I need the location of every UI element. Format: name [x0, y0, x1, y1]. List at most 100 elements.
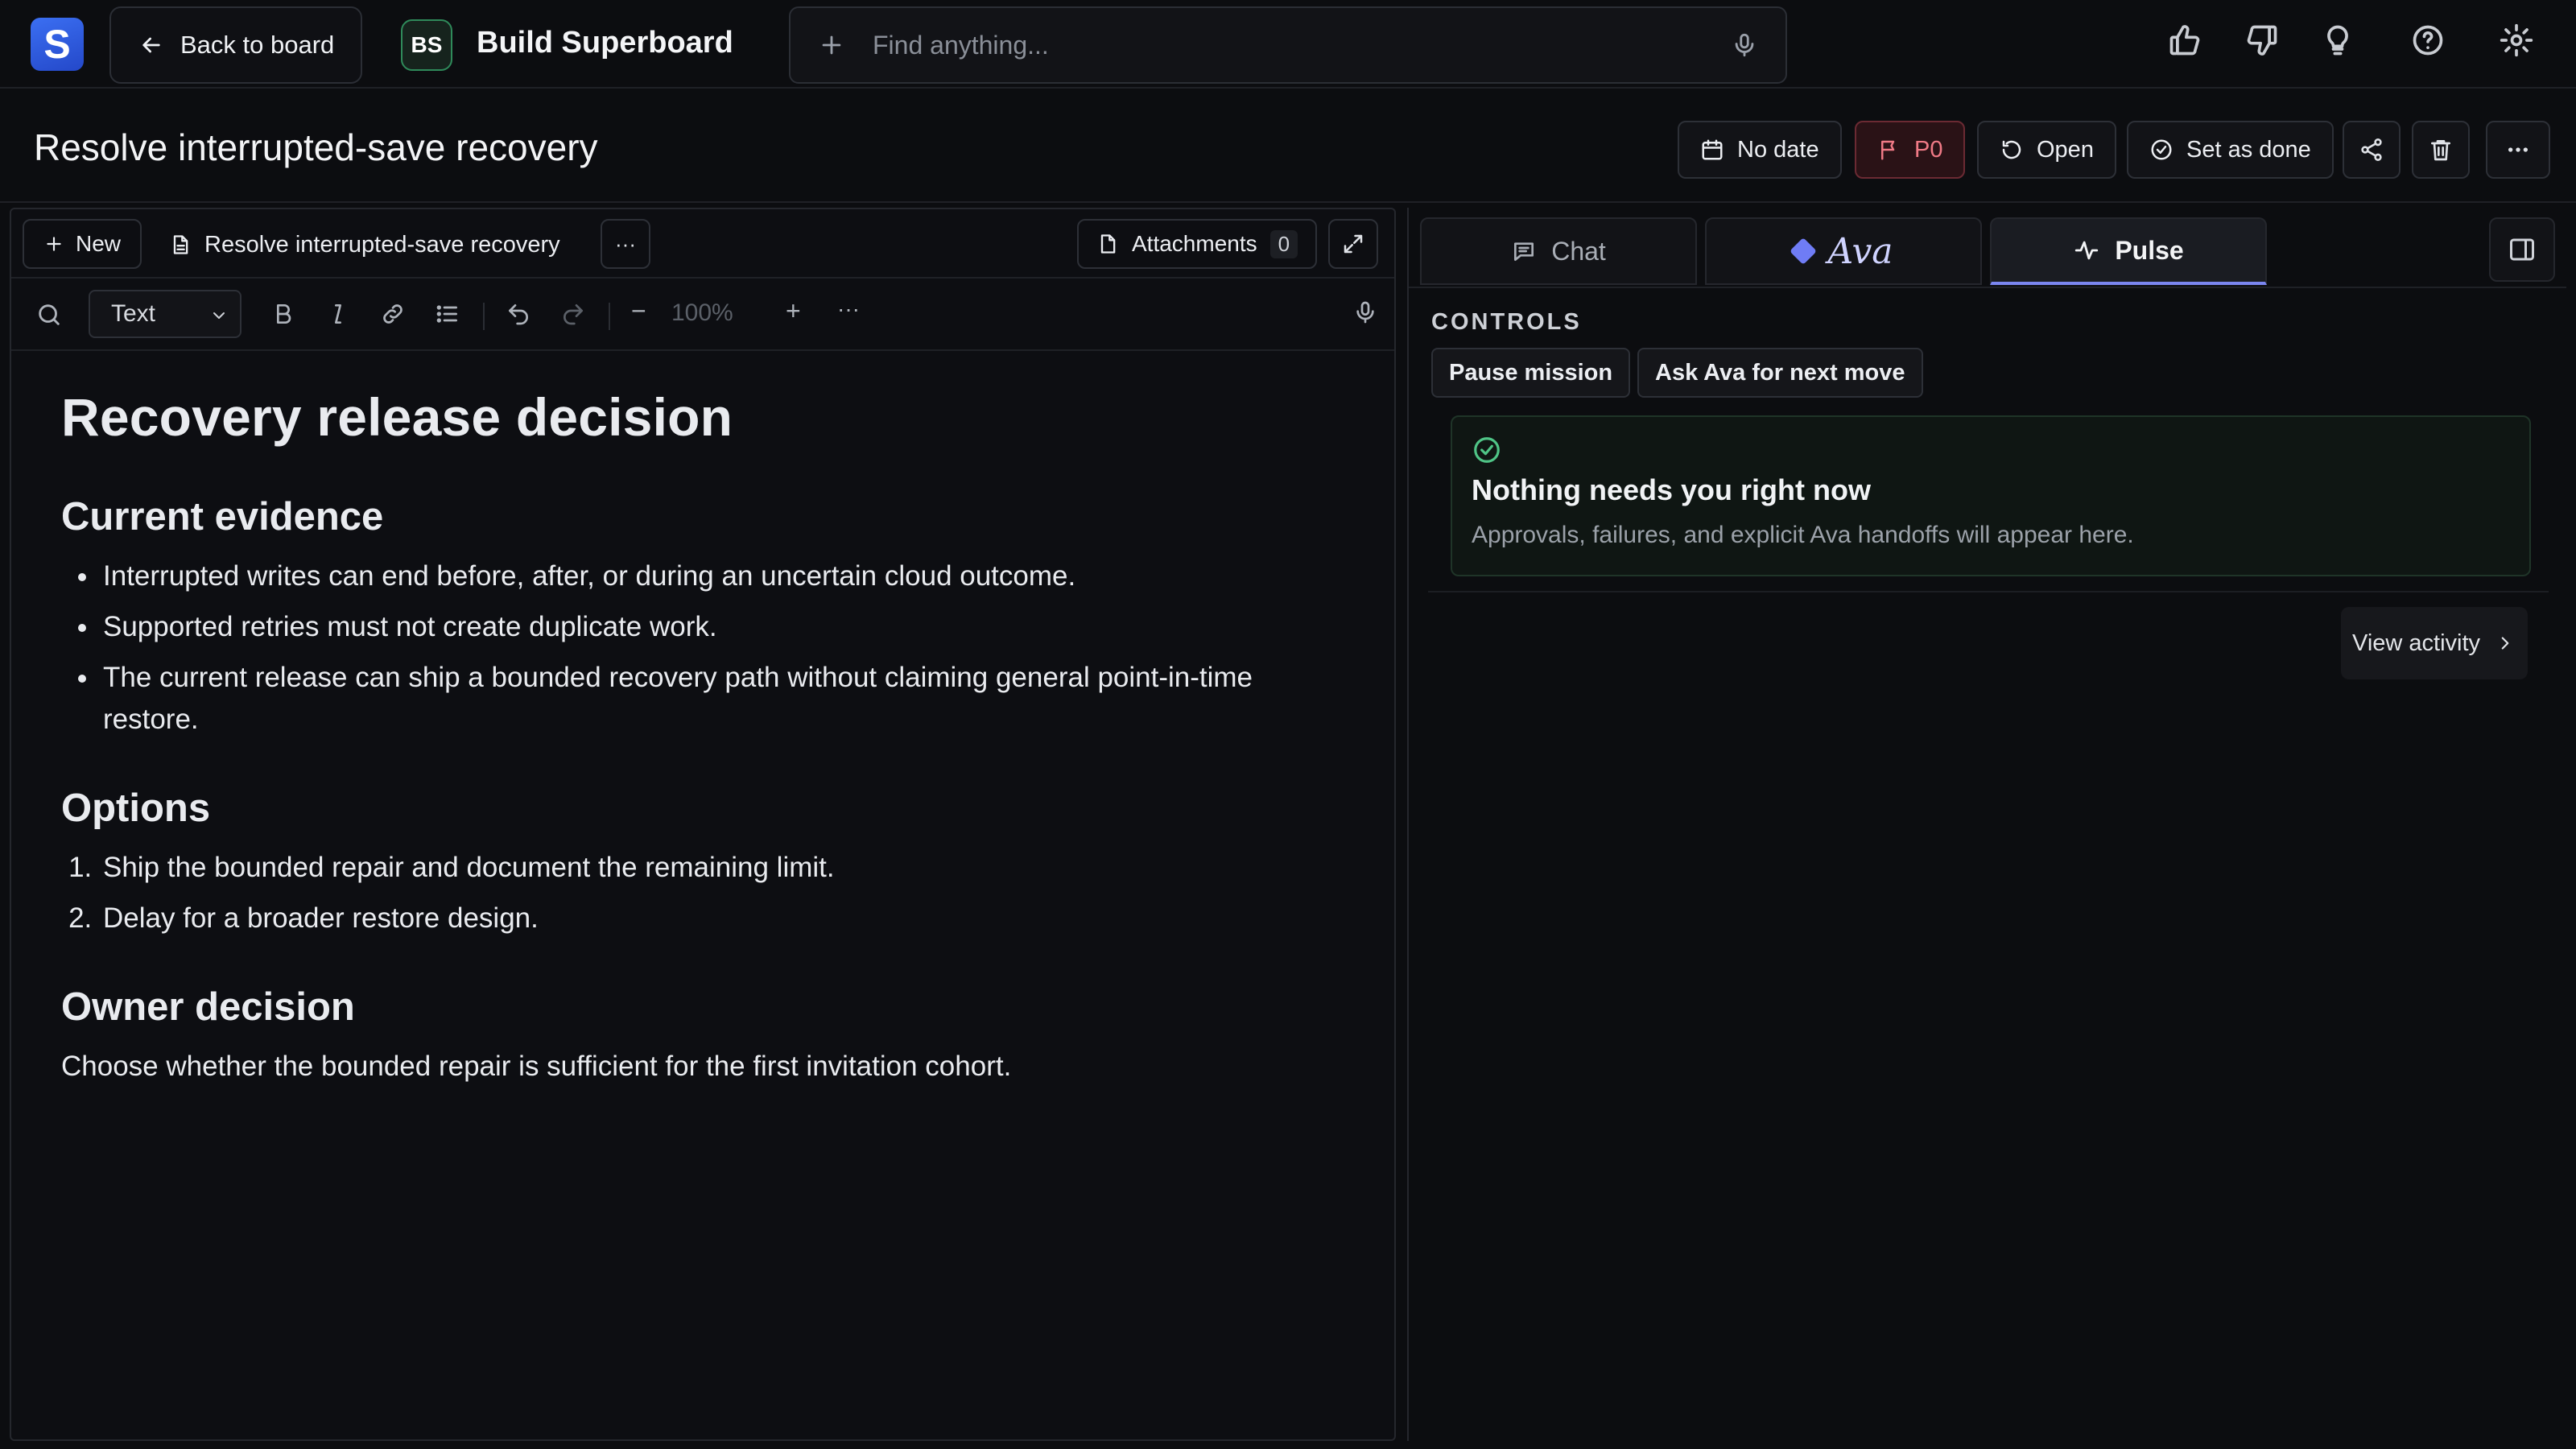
attachments-label: Attachments [1132, 231, 1257, 256]
back-to-board-button[interactable]: Back to board [109, 6, 362, 84]
lightbulb-icon[interactable] [2320, 23, 2355, 58]
new-document-button[interactable]: New [23, 219, 142, 269]
pulse-icon [2075, 241, 2099, 260]
chevron-right-icon [2501, 637, 2509, 650]
workspace-name[interactable]: Build Superboard [477, 26, 733, 60]
options-list: Ship the bounded repair and document the… [100, 847, 1349, 939]
zoom-level: 100% [671, 299, 733, 326]
document-content[interactable]: Recovery release decision Current eviden… [61, 386, 1349, 1088]
task-title[interactable]: Resolve interrupted-save recovery [34, 126, 598, 169]
section-current-evidence: Current evidence Interrupted writes can … [61, 494, 1349, 741]
delete-button[interactable] [2412, 121, 2470, 179]
status-label: Open [2037, 136, 2094, 163]
share-icon [2361, 138, 2382, 161]
toolbar-separator [609, 303, 610, 330]
status-notice: Nothing needs you right now Approvals, f… [1451, 415, 2531, 576]
set-as-done-button[interactable]: Set as done [2127, 121, 2334, 179]
document-tab[interactable]: Resolve interrupted-save recovery [169, 221, 560, 269]
microphone-icon[interactable] [1731, 31, 1758, 59]
list-item: Ship the bounded repair and document the… [100, 847, 1349, 889]
document-tab-more-button[interactable]: ··· [601, 219, 650, 269]
tab-pulse-label: Pulse [2115, 235, 2184, 265]
document-editor: New Resolve interrupted-save recovery ··… [10, 208, 1396, 1441]
search-input[interactable]: Find anything... [873, 31, 1731, 60]
help-icon[interactable] [2410, 23, 2446, 58]
tab-chat-label: Chat [1551, 236, 1606, 266]
zoom-in-button[interactable]: + [786, 296, 801, 326]
plus-icon[interactable] [818, 31, 845, 59]
paragraph: Choose whether the bounded repair is suf… [61, 1051, 1012, 1082]
ava-diamond-icon [1790, 237, 1818, 265]
pause-mission-button[interactable]: Pause mission [1431, 348, 1631, 398]
list-item: The current release can ship a bounded r… [100, 657, 1349, 741]
app-logo[interactable]: S [31, 18, 84, 71]
tab-ava[interactable]: Ava [1705, 217, 1982, 285]
refresh-icon [2002, 140, 2021, 159]
redo-icon[interactable] [560, 301, 586, 327]
expand-editor-button[interactable] [1328, 219, 1378, 269]
calendar-icon [1702, 139, 1723, 160]
due-date-button[interactable]: No date [1678, 121, 1842, 179]
ellipsis-icon [2508, 147, 2528, 152]
toolbar-separator [483, 303, 485, 330]
workspace-badge[interactable]: BS [401, 19, 452, 71]
view-activity-label: View activity [2352, 630, 2481, 656]
check-circle-icon [2151, 139, 2172, 160]
bullet-list-icon[interactable] [435, 301, 460, 327]
controls-heading: CONTROLS [1431, 309, 1582, 335]
view-activity-button[interactable]: View activity [2341, 607, 2528, 679]
text-style-select[interactable]: Text [89, 290, 242, 338]
section-heading: Current evidence [61, 495, 384, 539]
priority-button[interactable]: P0 [1855, 121, 1966, 179]
list-item: Supported retries must not create duplic… [100, 606, 1349, 648]
evidence-list: Interrupted writes can end before, after… [100, 555, 1349, 741]
top-bar: S Back to board BS Build Superboard Find… [0, 0, 2576, 89]
tab-ava-label: Ava [1827, 230, 1893, 272]
check-circle-icon [1474, 437, 1500, 463]
search-bar[interactable]: Find anything... [789, 6, 1787, 84]
attachments-count: 0 [1269, 229, 1298, 258]
assistant-panel: Chat Ava Pulse CONTROLS Pause mission As… [1407, 208, 2566, 1441]
thumbs-down-icon[interactable] [2244, 23, 2280, 58]
trash-icon [2431, 140, 2450, 161]
thumbs-up-icon[interactable] [2167, 23, 2202, 58]
bold-icon[interactable] [270, 301, 296, 327]
zoom-out-button[interactable]: − [631, 296, 646, 326]
attachments-button[interactable]: Attachments 0 [1077, 219, 1317, 269]
ask-ava-next-move-button[interactable]: Ask Ava for next move [1637, 348, 1923, 398]
list-item: Interrupted writes can end before, after… [100, 555, 1349, 597]
share-button[interactable] [2343, 121, 2401, 179]
arrow-left-icon [142, 37, 160, 53]
file-icon [1100, 234, 1116, 254]
due-date-label: No date [1737, 136, 1819, 163]
new-document-label: New [75, 231, 121, 256]
undo-icon[interactable] [506, 301, 531, 327]
search-icon[interactable] [35, 301, 63, 328]
italic-icon[interactable] [325, 301, 351, 327]
link-icon[interactable] [380, 301, 406, 327]
toolbar-more-button[interactable]: ··· [837, 296, 860, 322]
chat-icon [1514, 242, 1534, 261]
notice-subtitle: Approvals, failures, and explicit Ava ha… [1472, 522, 2134, 548]
formatting-toolbar: Text − 100% + ··· [11, 279, 1394, 351]
status-button[interactable]: Open [1977, 121, 2116, 179]
document-icon [173, 235, 188, 254]
microphone-icon[interactable] [1352, 299, 1378, 325]
panel-divider [1428, 591, 2549, 592]
priority-label: P0 [1914, 136, 1943, 163]
section-owner-decision: Owner decision Choose whether the bounde… [61, 985, 1349, 1088]
text-style-value: Text [111, 300, 156, 327]
title-divider [0, 201, 2576, 203]
notice-title: Nothing needs you right now [1472, 473, 1871, 506]
document-heading: Recovery release decision [61, 387, 733, 447]
flag-icon [1881, 140, 1895, 160]
tab-chat[interactable]: Chat [1420, 217, 1697, 285]
gear-icon[interactable] [2499, 23, 2534, 58]
tab-pulse[interactable]: Pulse [1990, 217, 2267, 285]
expand-icon [1344, 234, 1363, 254]
tab-divider [1409, 287, 2566, 288]
section-heading: Owner decision [61, 985, 355, 1029]
toggle-panel-button[interactable] [2489, 217, 2555, 282]
chevron-down-icon [213, 312, 225, 319]
more-options-button[interactable] [2486, 121, 2550, 179]
